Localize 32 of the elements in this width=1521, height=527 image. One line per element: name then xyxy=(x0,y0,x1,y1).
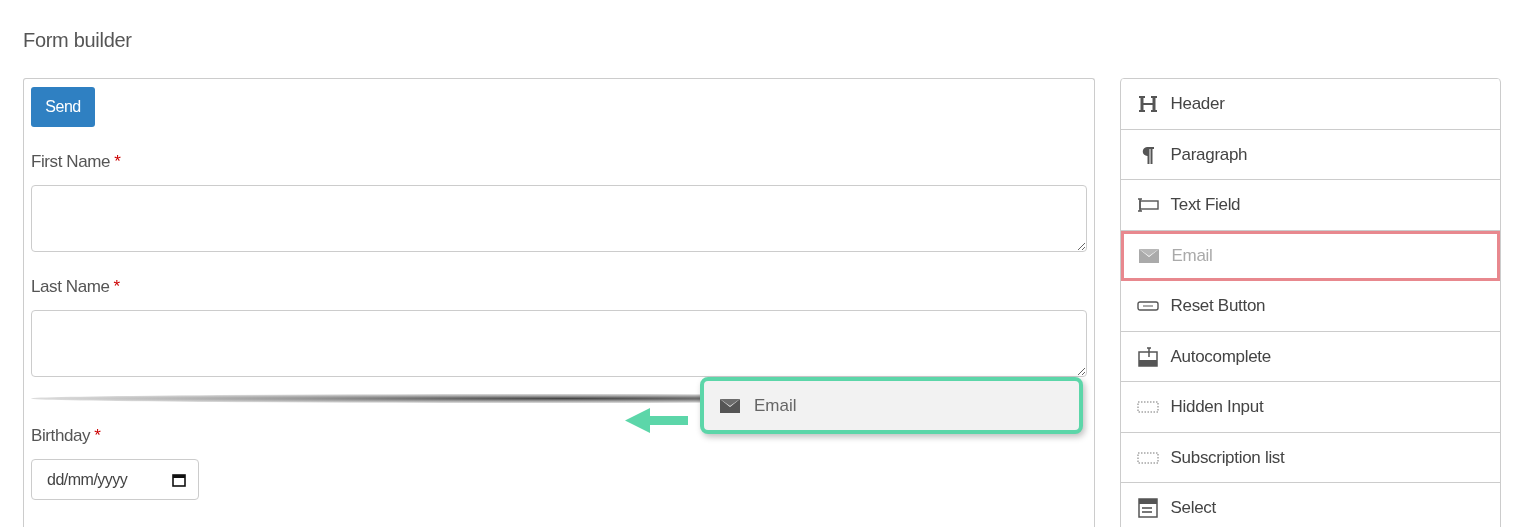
left-arrow-icon xyxy=(625,408,688,433)
field-label: Last Name xyxy=(31,277,110,297)
envelope-icon xyxy=(720,398,740,413)
drag-preview-label: Email xyxy=(754,395,797,416)
palette-item[interactable]: Select xyxy=(1120,483,1500,527)
envelope-icon xyxy=(1138,248,1159,263)
button-icon xyxy=(1136,301,1159,312)
palette-item[interactable]: Reset Button xyxy=(1120,281,1500,332)
palette-item[interactable]: Text Field xyxy=(1120,180,1500,231)
palette-item[interactable]: Paragraph xyxy=(1120,129,1500,180)
page-title: Form builder xyxy=(23,28,133,53)
select-list-icon xyxy=(1137,498,1158,519)
palette-item[interactable]: Hidden Input xyxy=(1120,382,1500,433)
required-mark: * xyxy=(113,277,121,297)
heading-icon xyxy=(1137,95,1158,114)
palette-item[interactable]: Subscription list xyxy=(1120,432,1500,483)
text-area[interactable] xyxy=(31,185,1087,252)
pilcrow-icon xyxy=(1140,145,1155,164)
dotted-box-icon xyxy=(1136,451,1159,464)
palette-item[interactable]: Autocomplete xyxy=(1120,331,1500,382)
text-field-icon xyxy=(1136,198,1159,213)
calendar-icon xyxy=(172,472,186,487)
required-mark: * xyxy=(114,152,121,172)
dotted-box-icon xyxy=(1136,401,1159,414)
field-label: Birthday xyxy=(31,426,91,446)
send-button[interactable]: Send xyxy=(31,87,95,127)
required-mark: * xyxy=(94,426,101,446)
field-label: First Name xyxy=(31,152,111,172)
palette-item[interactable]: Header xyxy=(1120,79,1500,130)
autocomplete-icon xyxy=(1137,346,1158,367)
text-area[interactable] xyxy=(31,310,1087,377)
date-field[interactable]: dd/mm/yyyy xyxy=(31,459,199,500)
